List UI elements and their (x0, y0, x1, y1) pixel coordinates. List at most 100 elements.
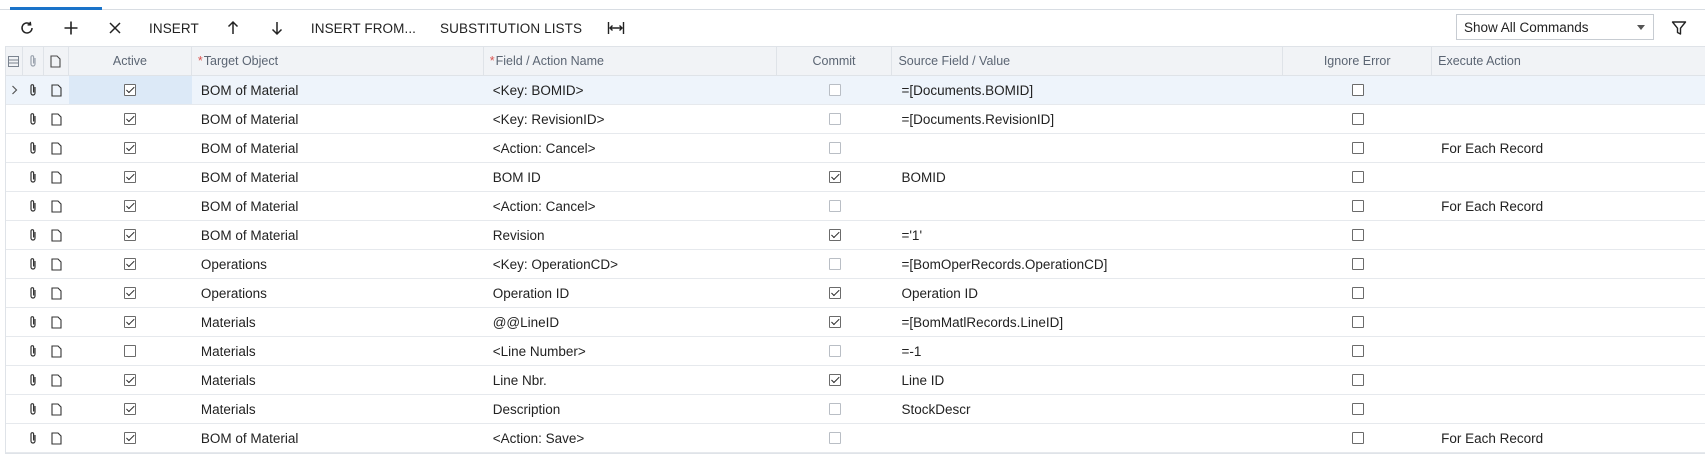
active-checkbox[interactable] (124, 287, 137, 299)
commit-cell[interactable] (777, 366, 893, 394)
table-row[interactable]: BOM of Material <Key: RevisionID> =[Docume… (6, 105, 1705, 134)
insert-button[interactable]: INSERT (137, 10, 211, 46)
target-object-cell[interactable]: Materials (192, 366, 484, 394)
header-source-field-value[interactable]: Source Field / Value (892, 47, 1284, 75)
source-field-value-cell[interactable] (892, 424, 1283, 452)
source-field-value-cell[interactable]: StockDescr (892, 395, 1283, 423)
ignore-error-checkbox[interactable] (1351, 229, 1364, 241)
row-selector[interactable] (6, 337, 23, 365)
ignore-error-cell[interactable] (1283, 337, 1432, 365)
row-selector[interactable] (6, 134, 23, 162)
target-object-cell[interactable]: BOM of Material (192, 221, 484, 249)
row-selector[interactable] (6, 366, 23, 394)
active-checkbox[interactable] (124, 84, 137, 96)
commit-checkbox[interactable] (828, 403, 841, 415)
execute-action-cell[interactable]: For Each Record (1432, 192, 1705, 220)
source-field-value-cell[interactable]: =-1 (892, 337, 1283, 365)
header-execute-action[interactable]: Execute Action (1432, 47, 1705, 75)
active-cell[interactable] (69, 337, 192, 365)
header-active[interactable]: Active (69, 47, 192, 75)
target-object-cell[interactable]: BOM of Material (192, 105, 484, 133)
row-selector[interactable] (6, 279, 23, 307)
execute-action-cell[interactable] (1432, 395, 1705, 423)
active-cell[interactable] (69, 308, 192, 336)
ignore-error-cell[interactable] (1283, 76, 1432, 104)
active-checkbox[interactable] (124, 113, 137, 125)
field-action-name-cell[interactable]: <Key: RevisionID> (484, 105, 777, 133)
commit-checkbox[interactable] (828, 142, 841, 154)
ignore-error-checkbox[interactable] (1351, 287, 1364, 299)
note-cell[interactable] (44, 76, 69, 104)
active-cell[interactable] (69, 192, 192, 220)
row-selector[interactable] (6, 76, 23, 104)
commit-checkbox[interactable] (828, 432, 841, 444)
active-checkbox[interactable] (124, 316, 137, 328)
field-action-name-cell[interactable]: <Key: BOMID> (484, 76, 777, 104)
table-row[interactable]: Operations Operation ID Operation ID (6, 279, 1705, 308)
commit-checkbox[interactable] (828, 258, 841, 270)
header-target-object[interactable]: * Target Object (192, 47, 484, 75)
attachment-cell[interactable] (23, 395, 44, 423)
field-action-name-cell[interactable]: @@LineID (484, 308, 777, 336)
ignore-error-cell[interactable] (1283, 163, 1432, 191)
table-row[interactable]: Operations <Key: OperationCD> =[BomOperRec… (6, 250, 1705, 279)
source-field-value-cell[interactable]: =[Documents.BOMID] (892, 76, 1283, 104)
commit-cell[interactable] (777, 134, 893, 162)
source-field-value-cell[interactable]: BOMID (892, 163, 1283, 191)
row-selector[interactable] (6, 308, 23, 336)
ignore-error-checkbox[interactable] (1351, 374, 1364, 386)
ignore-error-checkbox[interactable] (1351, 171, 1364, 183)
commit-checkbox[interactable] (828, 316, 841, 328)
ignore-error-checkbox[interactable] (1351, 432, 1364, 444)
execute-action-cell[interactable] (1432, 250, 1705, 278)
attachment-cell[interactable] (23, 192, 44, 220)
active-cell[interactable] (69, 279, 192, 307)
target-object-cell[interactable]: BOM of Material (192, 134, 484, 162)
execute-action-cell[interactable] (1432, 105, 1705, 133)
ignore-error-cell[interactable] (1283, 221, 1432, 249)
attachment-cell[interactable] (23, 105, 44, 133)
source-field-value-cell[interactable]: Line ID (892, 366, 1283, 394)
attachment-cell[interactable] (23, 221, 44, 249)
ignore-error-cell[interactable] (1283, 395, 1432, 423)
table-row[interactable]: BOM of Material <Action: Save> For Each Re… (6, 424, 1705, 453)
ignore-error-cell[interactable] (1283, 105, 1432, 133)
commit-cell[interactable] (777, 163, 893, 191)
active-checkbox[interactable] (124, 403, 137, 415)
target-object-cell[interactable]: Materials (192, 337, 484, 365)
commit-cell[interactable] (777, 395, 893, 423)
execute-action-cell[interactable] (1432, 221, 1705, 249)
row-selector[interactable] (6, 250, 23, 278)
header-commit[interactable]: Commit (777, 47, 893, 75)
target-object-cell[interactable]: BOM of Material (192, 192, 484, 220)
ignore-error-cell[interactable] (1283, 308, 1432, 336)
active-cell[interactable] (69, 366, 192, 394)
move-down-button[interactable] (255, 10, 299, 46)
add-row-button[interactable] (49, 10, 93, 46)
target-object-cell[interactable]: Operations (192, 250, 484, 278)
row-selector[interactable] (6, 105, 23, 133)
field-action-name-cell[interactable]: <Line Number> (484, 337, 777, 365)
table-row[interactable]: Materials <Line Number> =-1 (6, 337, 1705, 366)
execute-action-cell[interactable] (1432, 366, 1705, 394)
execute-action-cell[interactable]: For Each Record (1432, 134, 1705, 162)
note-cell[interactable] (44, 134, 69, 162)
active-checkbox[interactable] (124, 432, 137, 444)
active-checkbox[interactable] (124, 229, 137, 241)
field-action-name-cell[interactable]: <Action: Cancel> (484, 192, 777, 220)
ignore-error-checkbox[interactable] (1351, 316, 1364, 328)
active-checkbox[interactable] (124, 345, 137, 357)
active-cell[interactable] (69, 134, 192, 162)
active-checkbox[interactable] (124, 200, 137, 212)
commit-cell[interactable] (777, 76, 893, 104)
attachment-cell[interactable] (23, 279, 44, 307)
execute-action-cell[interactable] (1432, 163, 1705, 191)
commit-cell[interactable] (777, 424, 893, 452)
note-cell[interactable] (44, 395, 69, 423)
target-object-cell[interactable]: Materials (192, 308, 484, 336)
row-selector[interactable] (6, 221, 23, 249)
substitution-lists-button[interactable]: SUBSTITUTION LISTS (428, 10, 594, 46)
ignore-error-checkbox[interactable] (1351, 142, 1364, 154)
execute-action-cell[interactable] (1432, 279, 1705, 307)
target-object-cell[interactable]: BOM of Material (192, 424, 484, 452)
